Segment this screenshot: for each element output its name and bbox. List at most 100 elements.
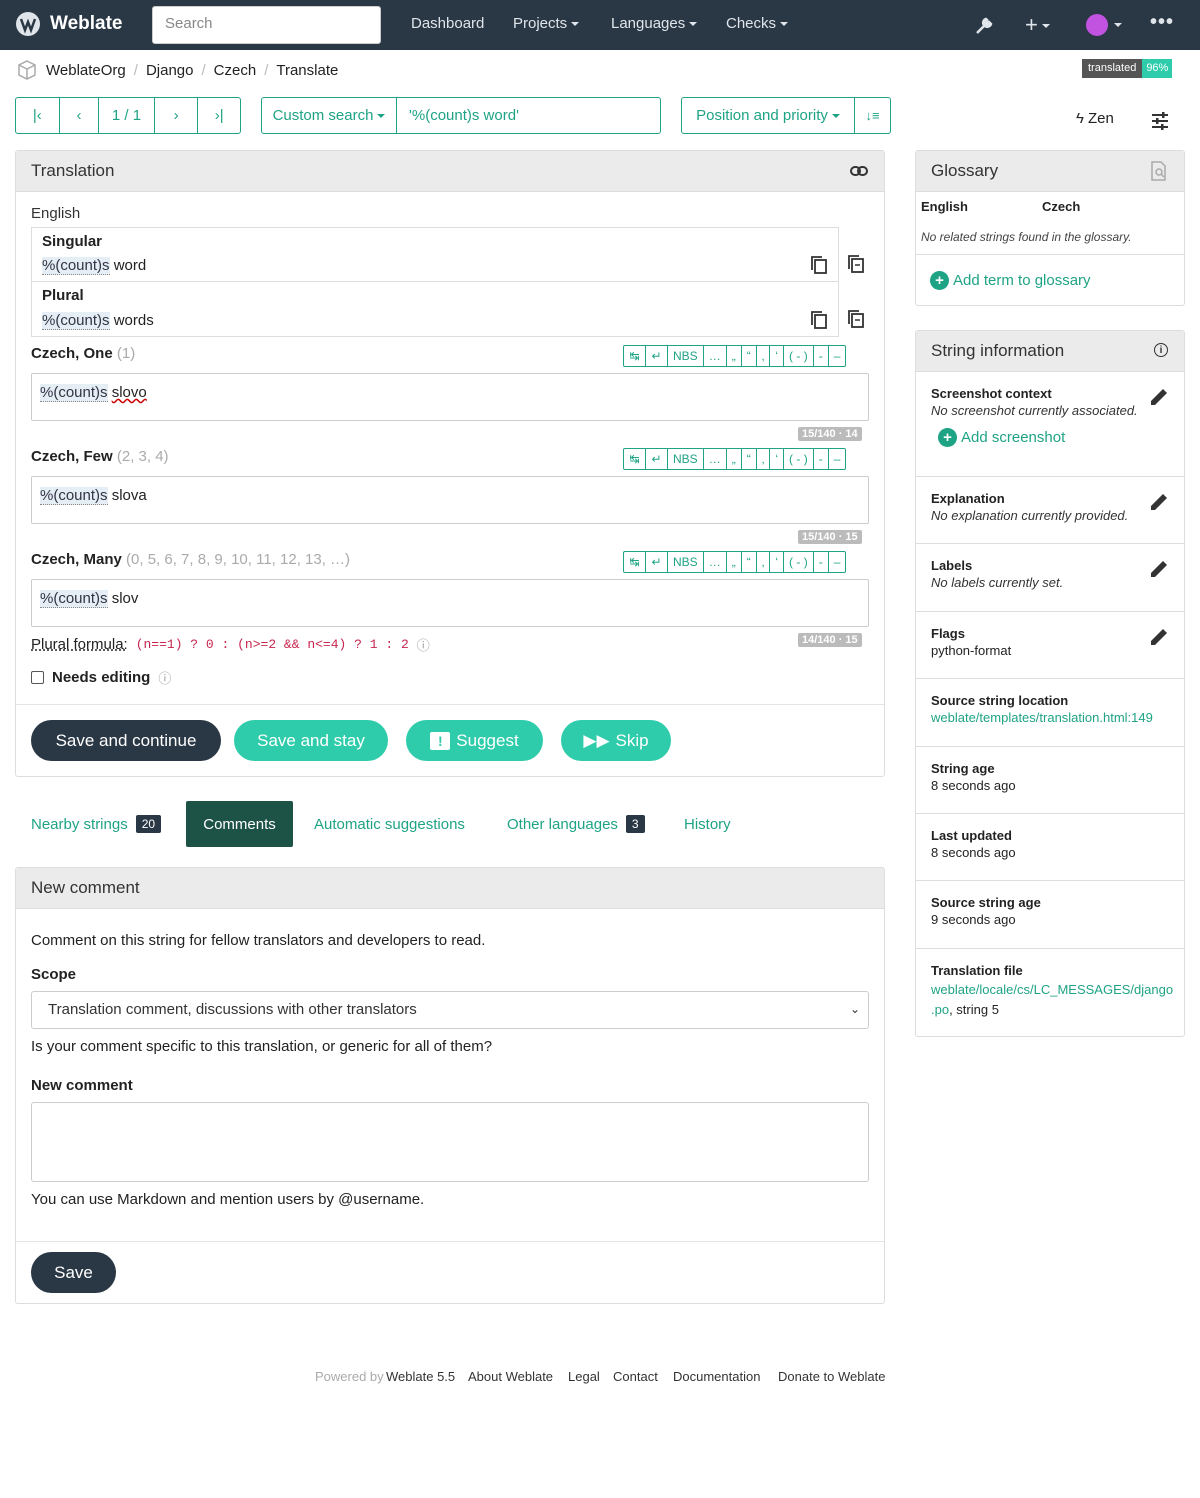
breadcrumb-separator: / xyxy=(201,61,206,79)
wrench-icon[interactable] xyxy=(973,15,995,37)
add-menu[interactable]: + xyxy=(1025,12,1050,38)
tab-char-button[interactable]: ↹ xyxy=(624,552,646,572)
comment-textarea[interactable] xyxy=(31,1102,869,1182)
skip-label: Skip xyxy=(615,730,649,750)
footer-legal-link[interactable]: Legal xyxy=(568,1369,600,1384)
nav-projects[interactable]: Projects xyxy=(513,15,580,32)
quote-high-button[interactable]: “ xyxy=(742,449,757,469)
location-link[interactable]: weblate/templates/translation.html:149 xyxy=(931,710,1169,725)
footer-version-link[interactable]: Weblate 5.5 xyxy=(386,1369,455,1384)
footer-about-link[interactable]: About Weblate xyxy=(468,1369,553,1384)
tab-history[interactable]: History xyxy=(684,801,731,847)
pencil-icon[interactable] xyxy=(1148,626,1170,648)
newline-char-button[interactable]: ↵ xyxy=(646,552,668,572)
hyphen-button[interactable]: - xyxy=(814,552,829,572)
translation-textarea-many[interactable]: %(count)s slov xyxy=(31,579,869,627)
ellipsis-button[interactable]: … xyxy=(704,346,727,366)
hyphen-button[interactable]: - xyxy=(814,346,829,366)
clone-to-translation-icon[interactable] xyxy=(847,254,865,274)
breadcrumb-separator: / xyxy=(133,61,138,79)
copy-icon[interactable] xyxy=(810,255,828,275)
skip-button[interactable]: ▶▶ Skip xyxy=(561,720,671,761)
ellipsis-button[interactable]: … xyxy=(704,449,727,469)
paren-button[interactable]: ( - ) xyxy=(784,449,814,469)
tab-comments[interactable]: Comments xyxy=(186,801,293,847)
breadcrumb-component[interactable]: Django xyxy=(146,62,194,79)
breadcrumb-project[interactable]: WeblateOrg xyxy=(46,62,126,79)
newline-char-button[interactable]: ↵ xyxy=(646,449,668,469)
newline-char-button[interactable]: ↵ xyxy=(646,346,668,366)
suggest-button[interactable]: ! Suggest xyxy=(406,720,543,761)
more-icon[interactable]: ••• xyxy=(1150,11,1174,34)
single-quote-low-button[interactable]: ‚ xyxy=(757,552,771,572)
pencil-icon[interactable] xyxy=(1148,491,1170,513)
user-menu[interactable] xyxy=(1086,14,1122,36)
quote-high-button[interactable]: “ xyxy=(742,552,757,572)
breadcrumb-language[interactable]: Czech xyxy=(214,62,257,79)
pencil-icon[interactable] xyxy=(1148,386,1170,408)
next-button[interactable]: › xyxy=(155,98,199,133)
quote-low-button[interactable]: „ xyxy=(727,346,742,366)
nbsp-button[interactable]: NBS xyxy=(668,449,704,469)
link-icon[interactable] xyxy=(850,164,868,178)
hyphen-button[interactable]: - xyxy=(814,449,829,469)
file-link-ext[interactable]: .po xyxy=(931,1002,949,1017)
previous-button[interactable]: ‹ xyxy=(60,98,100,133)
tab-label: Nearby strings xyxy=(31,815,128,833)
add-screenshot-button[interactable]: + Add screenshot xyxy=(938,428,1169,447)
paren-button[interactable]: ( - ) xyxy=(784,552,814,572)
translation-textarea-one[interactable]: %(count)s slovo xyxy=(31,373,869,421)
quote-low-button[interactable]: „ xyxy=(727,449,742,469)
tab-char-button[interactable]: ↹ xyxy=(624,346,646,366)
tab-automatic-suggestions[interactable]: Automatic suggestions xyxy=(314,801,465,847)
clone-to-translation-icon[interactable] xyxy=(847,309,865,329)
footer-donate-link[interactable]: Donate to Weblate xyxy=(778,1369,885,1384)
nav-languages[interactable]: Languages xyxy=(611,15,698,32)
scope-select[interactable]: Translation comment, discussions with ot… xyxy=(31,991,869,1029)
add-glossary-term-button[interactable]: + Add term to glossary xyxy=(930,271,1091,290)
single-quote-high-button[interactable]: ‘ xyxy=(770,346,785,366)
endash-button[interactable]: – xyxy=(829,346,846,366)
search-document-icon[interactable] xyxy=(1150,161,1168,181)
search-input[interactable]: Search xyxy=(152,6,381,44)
status-badge[interactable]: translated 96% xyxy=(1082,59,1173,78)
translation-textarea-few[interactable]: %(count)s slova xyxy=(31,476,869,524)
save-continue-button[interactable]: Save and continue xyxy=(31,720,221,761)
tab-other-languages[interactable]: Other languages 3 xyxy=(507,801,645,847)
footer-documentation-link[interactable]: Documentation xyxy=(673,1369,760,1384)
sort-direction-button[interactable]: ↓≡ xyxy=(855,98,890,133)
tab-char-button[interactable]: ↹ xyxy=(624,449,646,469)
footer-contact-link[interactable]: Contact xyxy=(613,1369,658,1384)
last-button[interactable]: ›| xyxy=(198,98,240,133)
zen-button[interactable]: ϟ Zen xyxy=(1076,110,1114,127)
quote-low-button[interactable]: „ xyxy=(727,552,742,572)
location-title: Source string location xyxy=(931,693,1069,708)
single-quote-low-button[interactable]: ‚ xyxy=(757,346,771,366)
pencil-icon[interactable] xyxy=(1148,558,1170,580)
nav-checks[interactable]: Checks xyxy=(726,15,789,32)
save-comment-button[interactable]: Save xyxy=(31,1252,116,1293)
endash-button[interactable]: – xyxy=(829,449,846,469)
single-quote-high-button[interactable]: ‘ xyxy=(770,449,785,469)
settings-sliders-icon[interactable] xyxy=(1151,112,1169,130)
copy-icon[interactable] xyxy=(810,310,828,330)
single-quote-low-button[interactable]: ‚ xyxy=(757,449,771,469)
quote-high-button[interactable]: “ xyxy=(742,346,757,366)
single-quote-high-button[interactable]: ‘ xyxy=(770,552,785,572)
search-mode-dropdown[interactable]: Custom search xyxy=(262,98,397,133)
sort-dropdown[interactable]: Position and priority xyxy=(682,98,855,133)
info-icon[interactable]: i xyxy=(1154,343,1168,357)
ellipsis-button[interactable]: … xyxy=(704,552,727,572)
brand[interactable]: Weblate xyxy=(14,11,123,37)
save-stay-button[interactable]: Save and stay xyxy=(234,720,388,761)
search-query-input[interactable]: '%(count)s word' xyxy=(397,98,660,133)
paren-button[interactable]: ( - ) xyxy=(784,346,814,366)
needs-editing-checkbox[interactable] xyxy=(31,671,44,684)
file-link[interactable]: weblate/locale/cs/LC_MESSAGES/django xyxy=(931,982,1173,997)
nav-dashboard[interactable]: Dashboard xyxy=(411,15,484,32)
first-button[interactable]: |‹ xyxy=(16,98,60,133)
nbsp-button[interactable]: NBS xyxy=(668,346,704,366)
endash-button[interactable]: – xyxy=(829,552,846,572)
tab-nearby-strings[interactable]: Nearby strings 20 xyxy=(31,801,162,847)
nbsp-button[interactable]: NBS xyxy=(668,552,704,572)
